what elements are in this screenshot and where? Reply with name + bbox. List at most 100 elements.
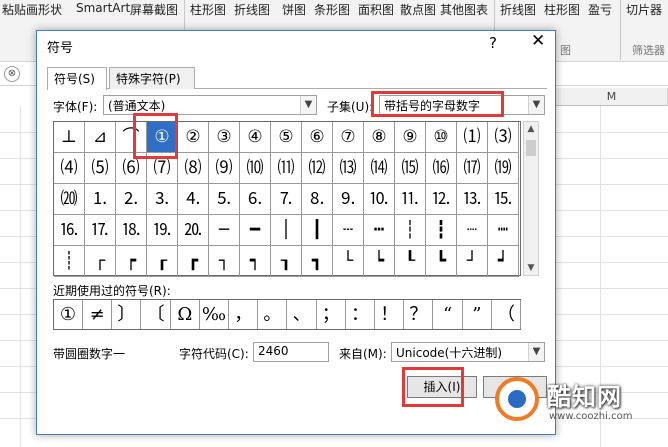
- tab-special-characters[interactable]: 特殊字符(P): [109, 67, 195, 89]
- column-header-m[interactable]: M: [556, 88, 668, 106]
- recent-symbol-cell[interactable]: ：: [346, 300, 375, 329]
- symbol-cell[interactable]: ⒁: [364, 153, 395, 184]
- symbol-cell[interactable]: ⑿: [302, 153, 333, 184]
- symbol-cell[interactable]: ⑨: [395, 122, 426, 153]
- symbol-cell[interactable]: ⒋: [178, 184, 209, 215]
- symbol-cell[interactable]: ⒍: [240, 184, 271, 215]
- ribbon-scatter-chart[interactable]: 散点图: [400, 1, 436, 18]
- symbol-cell[interactable]: ⒓: [426, 184, 457, 215]
- symbol-cell[interactable]: ⒑: [364, 184, 395, 215]
- recent-symbol-cell[interactable]: ”: [463, 300, 492, 329]
- symbol-cell[interactable]: ┍: [116, 246, 147, 277]
- tab-symbols[interactable]: 符号(S): [47, 67, 107, 90]
- symbol-cell[interactable]: ┆: [395, 215, 426, 246]
- symbol-cell[interactable]: ⒛: [178, 215, 209, 246]
- symbol-cell[interactable]: ⒗: [54, 215, 85, 246]
- symbol-cell[interactable]: ⒔: [457, 184, 488, 215]
- recent-symbol-cell[interactable]: 〕: [112, 300, 142, 329]
- symbol-cell[interactable]: ⑽: [240, 153, 271, 184]
- symbol-cell[interactable]: ⒘: [85, 215, 116, 246]
- recent-symbol-cell[interactable]: （: [492, 300, 521, 329]
- symbol-cell[interactable]: ┒: [271, 246, 302, 277]
- symbol-cell[interactable]: └: [333, 246, 364, 277]
- symbol-cell[interactable]: ⒏: [302, 184, 333, 215]
- symbol-cell[interactable]: ┈: [457, 215, 488, 246]
- symbol-cell[interactable]: ┅: [364, 215, 395, 246]
- recent-symbol-cell[interactable]: ！: [375, 300, 405, 329]
- symbol-cell[interactable]: ┎: [147, 246, 178, 277]
- symbol-cell[interactable]: ⒚: [147, 215, 178, 246]
- symbol-cell[interactable]: ⑥: [302, 122, 333, 153]
- symbol-cell[interactable]: ⑧: [364, 122, 395, 153]
- ribbon-area-chart[interactable]: 面积图: [358, 1, 394, 18]
- symbol-cell[interactable]: ┙: [488, 246, 519, 277]
- symbol-cell[interactable]: ⒈: [85, 184, 116, 215]
- symbol-cell[interactable]: ⒎: [271, 184, 302, 215]
- symbol-cell[interactable]: ⑸: [85, 153, 116, 184]
- recent-symbol-cell[interactable]: ，: [229, 300, 259, 329]
- help-icon[interactable]: ?: [489, 34, 497, 52]
- recent-symbol-cell[interactable]: ；: [317, 300, 346, 329]
- recent-symbol-cell[interactable]: 〔: [142, 300, 171, 329]
- symbol-cell[interactable]: ┃: [302, 215, 333, 246]
- symbol-cell[interactable]: ⒒: [395, 184, 426, 215]
- symbol-cell[interactable]: ⒀: [333, 153, 364, 184]
- ribbon-shapes[interactable]: 形状: [38, 1, 62, 18]
- recent-symbol-cell[interactable]: ≠: [83, 300, 113, 329]
- symbol-cell[interactable]: ②: [178, 122, 209, 153]
- symbol-cell[interactable]: ⒆: [488, 153, 519, 184]
- recent-symbol-cell[interactable]: 。: [258, 300, 288, 329]
- ribbon-slicer[interactable]: 切片器: [626, 1, 662, 18]
- ribbon-bar-chart[interactable]: 条形图: [314, 1, 350, 18]
- symbol-cell[interactable]: ┇: [426, 215, 457, 246]
- chevron-down-icon[interactable]: ▼: [528, 343, 544, 361]
- symbol-cell[interactable]: ┖: [395, 246, 426, 277]
- from-select[interactable]: Unicode(十六进制) ▼: [391, 342, 545, 362]
- symbol-cell[interactable]: ⒙: [116, 215, 147, 246]
- symbol-cell[interactable]: ┏: [178, 246, 209, 277]
- symbol-cell[interactable]: ⑴: [457, 122, 488, 153]
- chevron-down-icon[interactable]: ▼: [528, 96, 544, 114]
- ribbon-pie-chart[interactable]: 饼图: [282, 1, 306, 18]
- symbol-cell[interactable]: ┗: [426, 246, 457, 277]
- symbol-cell[interactable]: ┐: [209, 246, 240, 277]
- ribbon-line-chart[interactable]: 折线图: [234, 1, 270, 18]
- recent-symbol-cell[interactable]: “: [434, 300, 463, 329]
- symbol-cell[interactable]: ┄: [333, 215, 364, 246]
- ribbon-column-chart[interactable]: 柱形图: [190, 1, 226, 18]
- symbol-cell[interactable]: ⑻: [178, 153, 209, 184]
- symbol-cell[interactable]: ⑼: [209, 153, 240, 184]
- recent-symbol-cell[interactable]: ①: [54, 300, 83, 329]
- ribbon-sparkline-column[interactable]: 柱形图: [544, 1, 580, 18]
- symbol-cell[interactable]: ┘: [457, 246, 488, 277]
- symbol-cell[interactable]: │: [271, 215, 302, 246]
- symbol-cell[interactable]: ③: [209, 122, 240, 153]
- symbol-cell[interactable]: ⑩: [426, 122, 457, 153]
- symbol-cell[interactable]: ━: [240, 215, 271, 246]
- font-select[interactable]: (普通文本) ▼: [103, 95, 317, 115]
- chevron-down-icon[interactable]: ▼: [300, 96, 316, 114]
- close-icon[interactable]: ✕: [531, 31, 545, 51]
- ribbon-clipart[interactable]: 粘贴画: [2, 1, 38, 18]
- symbol-cell[interactable]: ┌: [85, 246, 116, 277]
- recent-symbol-cell[interactable]: ‰: [200, 300, 229, 329]
- symbol-grid-scrollbar[interactable]: ▲ ▼: [523, 121, 539, 276]
- symbol-cell[interactable]: ┊: [54, 246, 85, 277]
- symbol-cell[interactable]: ┉: [488, 215, 519, 246]
- ribbon-sparkline-winloss[interactable]: 盈亏: [588, 1, 612, 18]
- symbol-cell[interactable]: ┑: [240, 246, 271, 277]
- symbol-cell[interactable]: ⑾: [271, 153, 302, 184]
- symbol-cell[interactable]: ⒊: [147, 184, 178, 215]
- char-code-input[interactable]: 2460: [253, 342, 329, 362]
- symbol-cell[interactable]: ⊿: [85, 122, 116, 153]
- symbol-cell[interactable]: ⒇: [54, 184, 85, 215]
- symbol-cell[interactable]: ⒌: [209, 184, 240, 215]
- symbol-cell[interactable]: ⒐: [333, 184, 364, 215]
- symbol-cell[interactable]: ⊥: [54, 122, 85, 153]
- symbol-cell[interactable]: ④: [240, 122, 271, 153]
- symbol-cell[interactable]: ⒃: [426, 153, 457, 184]
- scroll-thumb[interactable]: [526, 140, 536, 156]
- symbol-cell[interactable]: ⒄: [457, 153, 488, 184]
- cancel-icon[interactable]: ⊗: [4, 66, 20, 82]
- symbol-cell[interactable]: ⑦: [333, 122, 364, 153]
